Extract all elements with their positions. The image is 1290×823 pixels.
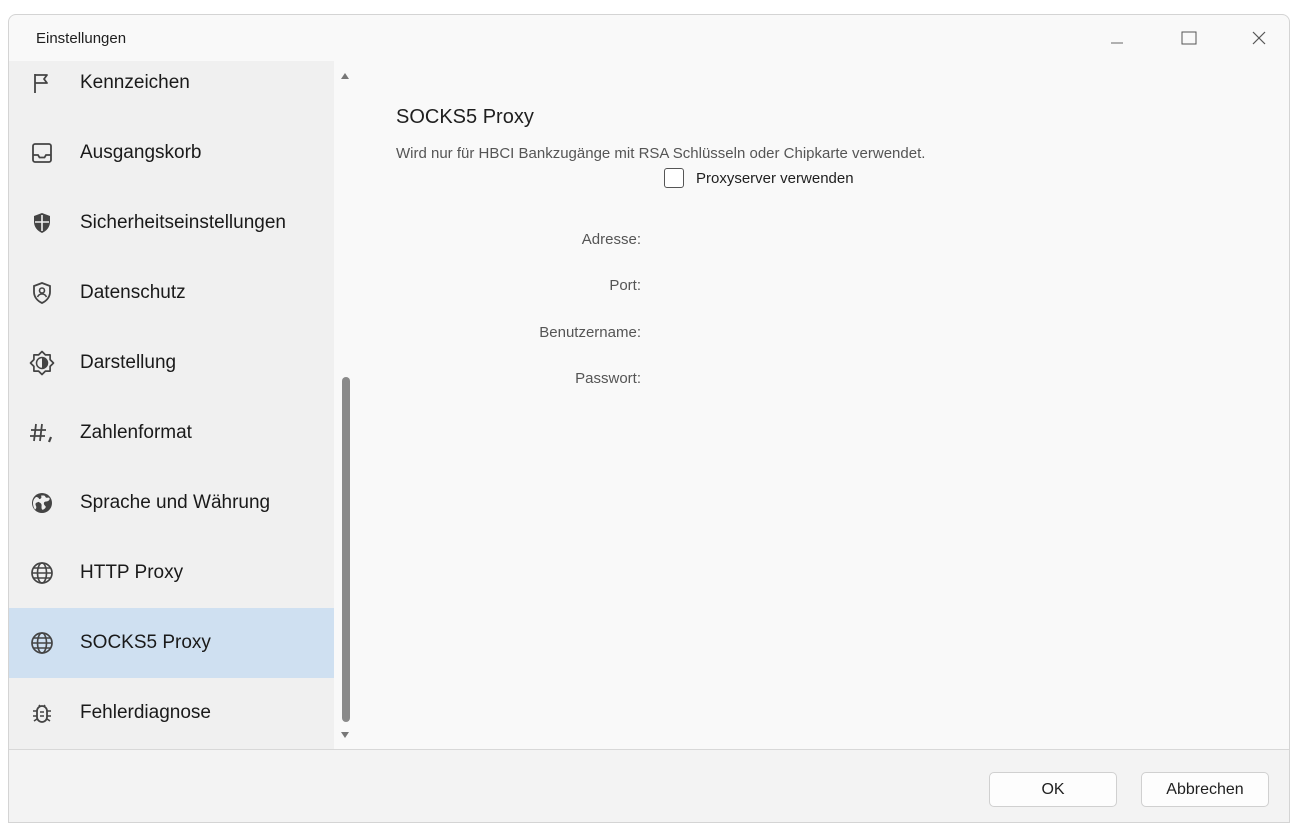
minimize-icon xyxy=(1111,42,1123,44)
use-proxy-label[interactable]: Proxyserver verwenden xyxy=(696,170,854,187)
globe-grid-icon xyxy=(29,630,55,656)
sidebar-item-socks5-proxy[interactable]: SOCKS5 Proxy xyxy=(9,608,334,678)
sidebar-scrollbar[interactable] xyxy=(334,61,358,749)
sidebar-item-sicherheitseinstellungen[interactable]: Sicherheitseinstellungen xyxy=(9,188,334,258)
minimize-button[interactable] xyxy=(1095,21,1139,55)
shield-icon xyxy=(29,210,55,236)
sidebar-item-label: SOCKS5 Proxy xyxy=(80,632,211,653)
sidebar-item-darstellung[interactable]: Darstellung xyxy=(9,328,334,398)
sidebar-item-label: Datenschutz xyxy=(80,282,186,303)
sidebar-item-ausgangskorb[interactable]: Ausgangskorb xyxy=(9,118,334,188)
sidebar-item-label: HTTP Proxy xyxy=(80,562,184,583)
window-title: Einstellungen xyxy=(36,30,127,47)
number-format-icon xyxy=(29,420,55,446)
globe-icon xyxy=(29,490,55,516)
flag-icon xyxy=(29,70,55,96)
section-description: Wird nur für HBCI Bankzugänge mit RSA Sc… xyxy=(396,145,926,162)
sidebar-item-datenschutz[interactable]: Datenschutz xyxy=(9,258,334,328)
maximize-icon xyxy=(1181,31,1197,45)
section-title: SOCKS5 Proxy xyxy=(396,106,534,128)
scrollbar-thumb[interactable] xyxy=(342,377,350,722)
settings-sidebar: Kennzeichen Ausgangskorb Sicherheitseins… xyxy=(9,61,334,749)
sidebar-item-label: Darstellung xyxy=(80,352,177,373)
sidebar-item-label: Sicherheitseinstellungen xyxy=(80,212,286,233)
brightness-icon xyxy=(29,350,55,376)
sidebar-item-label: Zahlenformat xyxy=(80,422,192,443)
username-label: Benutzername: xyxy=(539,324,641,341)
address-label: Adresse: xyxy=(581,231,641,248)
maximize-button[interactable] xyxy=(1167,21,1211,55)
close-icon xyxy=(1252,31,1266,45)
use-proxy-checkbox-row[interactable]: Proxyserver verwenden xyxy=(664,168,854,188)
sidebar-item-fehlerdiagnose[interactable]: Fehlerdiagnose xyxy=(9,678,334,748)
sidebar-item-http-proxy[interactable]: HTTP Proxy xyxy=(9,538,334,608)
sidebar-item-sprache-und-waehrung[interactable]: Sprache und Währung xyxy=(9,468,334,538)
dialog-footer: OK Abbrechen xyxy=(9,750,1289,822)
settings-window: Einstellungen Kennzeichen Ausgangskorb S… xyxy=(8,14,1290,823)
port-label: Port: xyxy=(609,277,641,294)
globe-grid-icon xyxy=(29,560,55,586)
password-label: Passwort: xyxy=(575,370,641,387)
sidebar-item-label: Sprache und Währung xyxy=(80,492,271,513)
close-button[interactable] xyxy=(1237,21,1281,55)
sidebar-item-label: Kennzeichen xyxy=(80,72,190,93)
sidebar-item-kennzeichen[interactable]: Kennzeichen xyxy=(9,48,334,118)
sidebar-item-zahlenformat[interactable]: Zahlenformat xyxy=(9,398,334,468)
cancel-button[interactable]: Abbrechen xyxy=(1141,772,1269,807)
scroll-down-arrow-icon[interactable] xyxy=(341,732,349,738)
settings-content: SOCKS5 Proxy Wird nur für HBCI Bankzugän… xyxy=(358,61,1289,749)
scroll-up-arrow-icon[interactable] xyxy=(341,73,349,79)
use-proxy-checkbox[interactable] xyxy=(664,168,684,188)
tray-icon xyxy=(29,140,55,166)
privacy-shield-icon xyxy=(29,280,55,306)
sidebar-item-label: Fehlerdiagnose xyxy=(80,702,211,723)
sidebar-item-label: Ausgangskorb xyxy=(80,142,202,163)
bug-icon xyxy=(29,700,55,726)
ok-button[interactable]: OK xyxy=(989,772,1117,807)
